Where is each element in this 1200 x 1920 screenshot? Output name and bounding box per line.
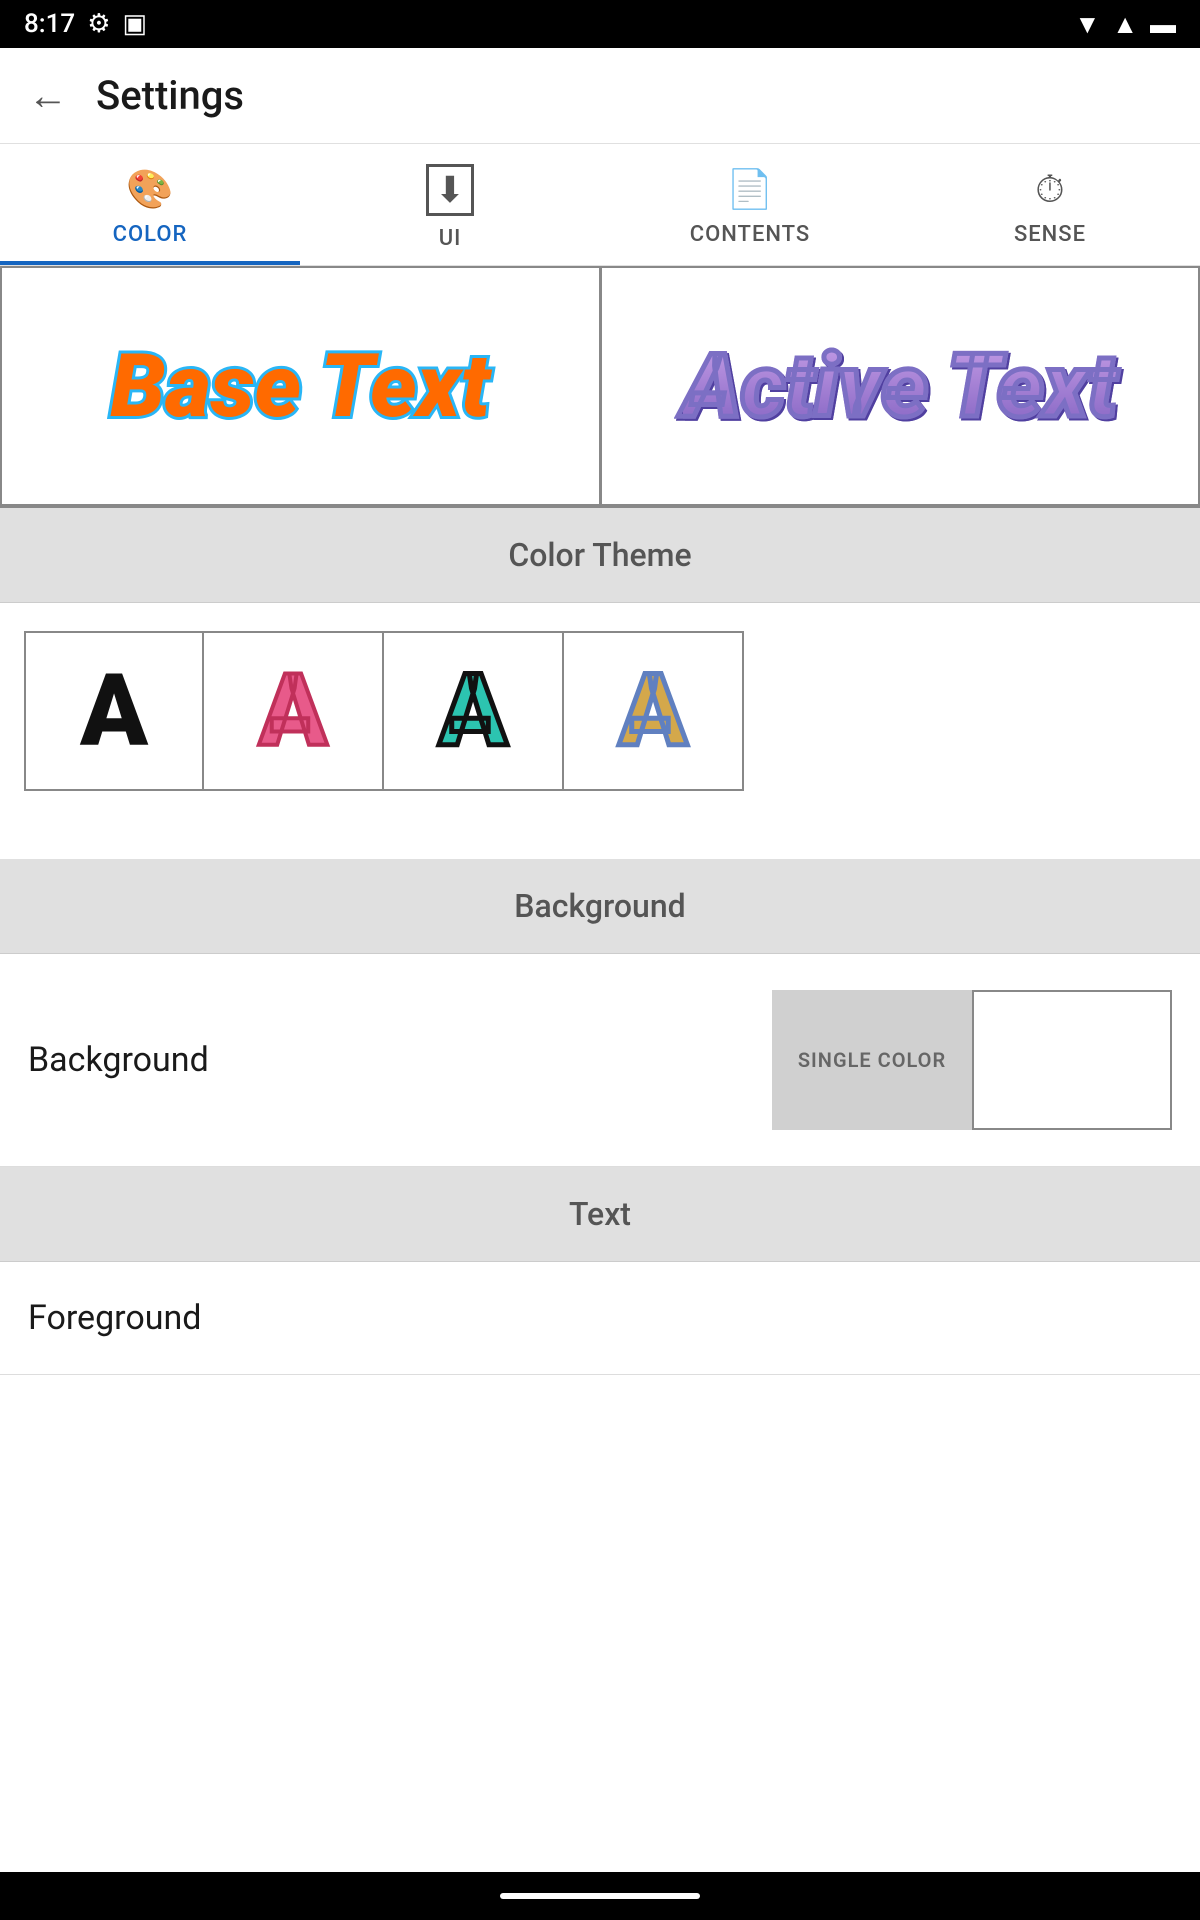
bottom-bar bbox=[0, 1872, 1200, 1920]
base-text-preview[interactable]: Base Text bbox=[0, 266, 600, 506]
background-color-options: SINGLE COLOR bbox=[772, 990, 1172, 1130]
status-time: 8:17 bbox=[24, 9, 75, 39]
theme-gold-letter: A bbox=[619, 653, 687, 770]
color-tab-icon: 🎨 bbox=[126, 168, 173, 212]
sim-icon: ▣ bbox=[123, 9, 148, 39]
text-section-header: Text bbox=[0, 1167, 1200, 1261]
sense-tab-label: SENSE bbox=[1014, 222, 1086, 247]
theme-teal-letter: A bbox=[439, 653, 507, 770]
status-bar: 8:17 ⚙ ▣ ▼ ▲ ▬ bbox=[0, 0, 1200, 48]
tab-color[interactable]: 🎨 COLOR bbox=[0, 144, 300, 265]
base-text-label: Base Text bbox=[110, 335, 490, 438]
foreground-label: Foreground bbox=[28, 1298, 201, 1338]
home-indicator bbox=[500, 1893, 700, 1899]
background-section-header: Background bbox=[0, 859, 1200, 953]
active-text-label: Active Text bbox=[683, 335, 1117, 438]
white-color-option[interactable] bbox=[972, 990, 1172, 1130]
color-theme-options: A A A A bbox=[0, 603, 1200, 819]
ui-tab-label: UI bbox=[439, 226, 462, 251]
back-button[interactable]: ← bbox=[28, 72, 68, 119]
theme-option-plain[interactable]: A bbox=[24, 631, 204, 791]
settings-icon: ⚙ bbox=[87, 9, 110, 39]
theme-plain-letter: A bbox=[80, 653, 148, 770]
tabs-container: 🎨 COLOR ⬇ UI 📄 CONTENTS ⏱ SENSE bbox=[0, 144, 1200, 266]
theme-option-gold[interactable]: A bbox=[564, 631, 744, 791]
contents-tab-label: CONTENTS bbox=[690, 222, 811, 247]
app-bar: ← Settings bbox=[0, 48, 1200, 144]
tab-contents[interactable]: 📄 CONTENTS bbox=[600, 144, 900, 265]
background-row-label: Background bbox=[28, 1040, 209, 1080]
battery-icon: ▬ bbox=[1150, 9, 1176, 40]
theme-option-pink[interactable]: A bbox=[204, 631, 384, 791]
ui-tab-icon: ⬇ bbox=[426, 164, 474, 216]
theme-pink-letter: A bbox=[259, 653, 327, 770]
foreground-row: Foreground bbox=[0, 1262, 1200, 1375]
tab-ui[interactable]: ⬇ UI bbox=[300, 144, 600, 265]
wifi-icon: ▼ bbox=[1075, 9, 1101, 40]
sense-tab-icon: ⏱ bbox=[1035, 168, 1065, 212]
preview-row: Base Text Active Text bbox=[0, 266, 1200, 508]
background-setting-row: Background SINGLE COLOR bbox=[0, 954, 1200, 1167]
single-color-option[interactable]: SINGLE COLOR bbox=[772, 990, 972, 1130]
contents-tab-icon: 📄 bbox=[726, 168, 773, 212]
color-tab-label: COLOR bbox=[113, 222, 188, 247]
page-title: Settings bbox=[96, 72, 244, 119]
color-theme-section-header: Color Theme bbox=[0, 508, 1200, 602]
active-text-preview[interactable]: Active Text bbox=[600, 266, 1200, 506]
theme-option-teal[interactable]: A bbox=[384, 631, 564, 791]
tab-sense[interactable]: ⏱ SENSE bbox=[900, 144, 1200, 265]
signal-icon: ▲ bbox=[1112, 9, 1138, 40]
